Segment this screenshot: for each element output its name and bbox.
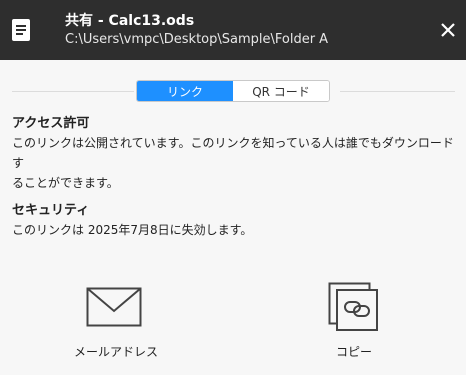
title-bar: 共有 - Calc13.ods C:\Users\vmpc\Desktop\Sa…: [0, 0, 466, 60]
security-heading: セキュリティ: [12, 203, 90, 218]
access-heading: アクセス許可: [12, 116, 90, 131]
copy-label: コピー: [336, 345, 373, 359]
tab-switcher: リンク QR コード: [136, 80, 330, 102]
file-path: C:\Users\vmpc\Desktop\Sample\Folder A: [65, 32, 329, 47]
copy-button[interactable]: コピー: [320, 280, 390, 360]
divider-right: [340, 91, 455, 92]
access-description: このリンクは公開されています。このリンクを知っている人は誰でもダウンロードす る…: [12, 133, 460, 193]
divider-left: [12, 91, 134, 92]
copy-link-icon: [328, 282, 378, 331]
envelope-icon: [86, 287, 142, 327]
tab-qr-code[interactable]: QR コード: [233, 81, 329, 101]
access-text-line-1: このリンクは公開されています。このリンクを知っている人は誰でもダウンロードす: [12, 136, 454, 170]
email-label: メールアドレス: [74, 345, 159, 359]
security-text: このリンクは 2025年7月8日に失効します。: [12, 223, 253, 237]
email-button[interactable]: メールアドレス: [70, 280, 160, 360]
document-icon: [12, 19, 30, 41]
tab-link[interactable]: リンク: [137, 81, 233, 101]
close-icon[interactable]: [438, 20, 458, 40]
access-text-line-2: ることができます。: [12, 176, 119, 190]
dialog-title: 共有 - Calc13.ods: [65, 13, 195, 29]
